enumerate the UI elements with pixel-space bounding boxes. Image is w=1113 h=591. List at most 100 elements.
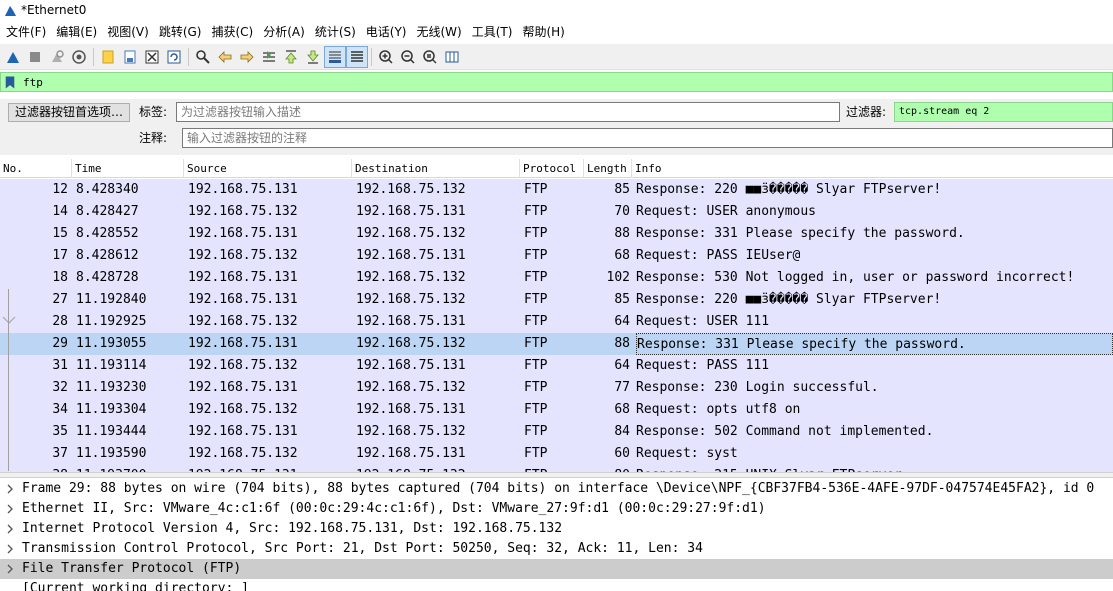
- stop-square-icon[interactable]: [24, 46, 46, 68]
- packet-cell-src: 192.168.75.132: [188, 204, 298, 219]
- packet-cell-info: Request: USER anonymous: [636, 204, 817, 219]
- packet-row[interactable]: 29 11.193055 192.168.75.131 192.168.75.132 F…: [0, 333, 1113, 355]
- first-packet-icon[interactable]: [280, 46, 302, 68]
- packet-row[interactable]: 12 8.428340 192.168.75.131 192.168.75.132 FT…: [0, 179, 1113, 201]
- detail-row[interactable]: Transmission Control Protocol, Src Port:…: [0, 539, 1113, 559]
- packet-row[interactable]: 14 8.428427 192.168.75.132 192.168.75.131 FT…: [0, 201, 1113, 223]
- goto-packet-icon[interactable]: [258, 46, 280, 68]
- packet-cell-len: 84: [614, 424, 630, 439]
- menu-item-5[interactable]: 分析(A): [261, 22, 313, 42]
- filter-button-preferences: 过滤器按钮首选项… 标签: 为过滤器按钮输入描述 过滤器: tcp.stream…: [0, 99, 1113, 155]
- menu-item-2[interactable]: 视图(V): [105, 22, 157, 42]
- packet-cell-time: 11.193700: [76, 465, 184, 472]
- display-filter-input[interactable]: [23, 73, 1112, 91]
- comment-input[interactable]: 输入过滤器按钮的注释: [182, 128, 1113, 148]
- detail-text: Transmission Control Protocol, Src Port:…: [22, 541, 703, 556]
- packet-cell-info: Request: USER 111: [636, 314, 770, 329]
- detail-row[interactable]: File Transfer Protocol (FTP): [0, 559, 1113, 579]
- resize-columns-icon[interactable]: [441, 46, 463, 68]
- zoom-normal-icon[interactable]: [419, 46, 441, 68]
- packet-row[interactable]: 15 8.428552 192.168.75.131 192.168.75.132 FT…: [0, 223, 1113, 245]
- menu-item-4[interactable]: 捕获(C): [209, 22, 261, 42]
- packet-cell-proto: FTP: [524, 424, 548, 439]
- filter-expression-input[interactable]: tcp.stream eq 2: [894, 102, 1113, 122]
- close-file-icon[interactable]: [141, 46, 163, 68]
- packet-cell-no: 31: [52, 358, 68, 373]
- packet-cell-time: 8.428728: [76, 270, 139, 285]
- menu-item-10[interactable]: 帮助(H): [520, 22, 572, 42]
- zoom-in-icon[interactable]: [375, 46, 397, 68]
- shark-fin-start-icon[interactable]: [2, 46, 24, 68]
- detail-text: [Current working directory: ]: [22, 581, 249, 591]
- column-header-protocol[interactable]: Protocol: [520, 159, 584, 178]
- packet-cell-time: 8.428552: [76, 226, 139, 241]
- chevron-right-icon[interactable]: [6, 559, 16, 579]
- packet-details: Frame 29: 88 bytes on wire (704 bits), 8…: [0, 478, 1113, 591]
- column-header-time[interactable]: Time: [72, 159, 184, 178]
- column-header-source[interactable]: Source: [184, 159, 352, 178]
- back-arrow-icon[interactable]: [214, 46, 236, 68]
- detail-text: File Transfer Protocol (FTP): [22, 561, 242, 576]
- packet-row[interactable]: 32 11.193230 192.168.75.131 192.168.75.132 F…: [0, 377, 1113, 399]
- bookmark-icon[interactable]: [4, 74, 18, 90]
- open-file-icon[interactable]: [97, 46, 119, 68]
- zoom-out-icon[interactable]: [397, 46, 419, 68]
- packet-row[interactable]: 34 11.193304 192.168.75.132 192.168.75.131 F…: [0, 399, 1113, 421]
- menu-item-6[interactable]: 统计(S): [313, 22, 364, 42]
- packet-row[interactable]: 35 11.193444 192.168.75.131 192.168.75.132 F…: [0, 421, 1113, 443]
- packet-row[interactable]: 17 8.428612 192.168.75.132 192.168.75.131 FT…: [0, 245, 1113, 267]
- packet-row[interactable]: 28 11.192925 192.168.75.132 192.168.75.131 F…: [0, 311, 1113, 333]
- filter-button-preferences-button[interactable]: 过滤器按钮首选项…: [8, 103, 131, 122]
- chevron-right-icon[interactable]: [6, 499, 16, 519]
- packet-cell-time: 8.428427: [76, 204, 139, 219]
- chevron-right-icon[interactable]: [6, 539, 16, 559]
- colorize-icon[interactable]: [346, 45, 368, 68]
- column-header-destination[interactable]: Destination: [352, 159, 520, 178]
- save-file-icon[interactable]: [119, 46, 141, 68]
- menu-item-8[interactable]: 无线(W): [415, 22, 470, 42]
- column-header-info[interactable]: Info: [632, 159, 1113, 178]
- chevron-right-icon[interactable]: [6, 479, 16, 499]
- detail-row[interactable]: Frame 29: 88 bytes on wire (704 bits), 8…: [0, 479, 1113, 499]
- reload-file-icon[interactable]: [163, 46, 185, 68]
- detail-row[interactable]: Ethernet II, Src: VMware_4c:c1:6f (00:0c…: [0, 499, 1113, 519]
- tag-input[interactable]: 为过滤器按钮输入描述: [176, 102, 840, 122]
- packet-cell-no: 12: [52, 182, 68, 197]
- column-header-length[interactable]: Length: [584, 159, 632, 178]
- main-toolbar: [0, 44, 1113, 70]
- packet-cell-len: 102: [606, 270, 630, 285]
- detail-row[interactable]: [Current working directory: ]: [0, 579, 1113, 591]
- packet-cell-time: 8.428340: [76, 182, 139, 197]
- packet-cell-no: 17: [52, 248, 68, 263]
- packet-cell-dst: 192.168.75.131: [356, 314, 466, 329]
- packet-cell-info: Response: 502 Command not implemented.: [636, 424, 934, 439]
- toolbar-separator: [188, 47, 189, 66]
- last-packet-icon[interactable]: [302, 46, 324, 68]
- column-header-no[interactable]: No.: [0, 159, 72, 178]
- autoscroll-icon[interactable]: [324, 45, 346, 68]
- packet-cell-no: 18: [52, 270, 68, 285]
- packet-cell-proto: FTP: [524, 402, 548, 417]
- packet-row[interactable]: 37 11.193590 192.168.75.132 192.168.75.131 F…: [0, 443, 1113, 465]
- packet-cell-len: 70: [614, 204, 630, 219]
- restart-icon[interactable]: [46, 46, 68, 68]
- menu-item-7[interactable]: 电话(Y): [364, 22, 415, 42]
- gear-options-icon[interactable]: [68, 46, 90, 68]
- packet-cell-info: Response: 230 Login successful.: [636, 380, 879, 395]
- packet-row[interactable]: 31 11.193114 192.168.75.132 192.168.75.131 F…: [0, 355, 1113, 377]
- menu-item-0[interactable]: 文件(F): [4, 22, 54, 42]
- packet-cell-src: 192.168.75.131: [188, 336, 298, 351]
- packet-row[interactable]: 27 11.192840 192.168.75.131 192.168.75.132 F…: [0, 289, 1113, 311]
- search-icon[interactable]: [192, 46, 214, 68]
- packet-row[interactable]: 38 11.193700 192.168.75.131 192.168.75.132 F…: [0, 465, 1113, 472]
- packet-cell-info: Request: PASS IEUser@: [636, 248, 801, 263]
- menu-item-9[interactable]: 工具(T): [470, 22, 521, 42]
- packet-cell-proto: FTP: [524, 248, 548, 263]
- chevron-right-icon[interactable]: [6, 519, 16, 539]
- packet-cell-dst: 192.168.75.132: [356, 336, 466, 351]
- packet-row[interactable]: 18 8.428728 192.168.75.131 192.168.75.132 FT…: [0, 267, 1113, 289]
- menu-item-1[interactable]: 编辑(E): [54, 22, 105, 42]
- menu-item-3[interactable]: 跳转(G): [157, 22, 210, 42]
- forward-arrow-icon[interactable]: [236, 46, 258, 68]
- detail-row[interactable]: Internet Protocol Version 4, Src: 192.16…: [0, 519, 1113, 539]
